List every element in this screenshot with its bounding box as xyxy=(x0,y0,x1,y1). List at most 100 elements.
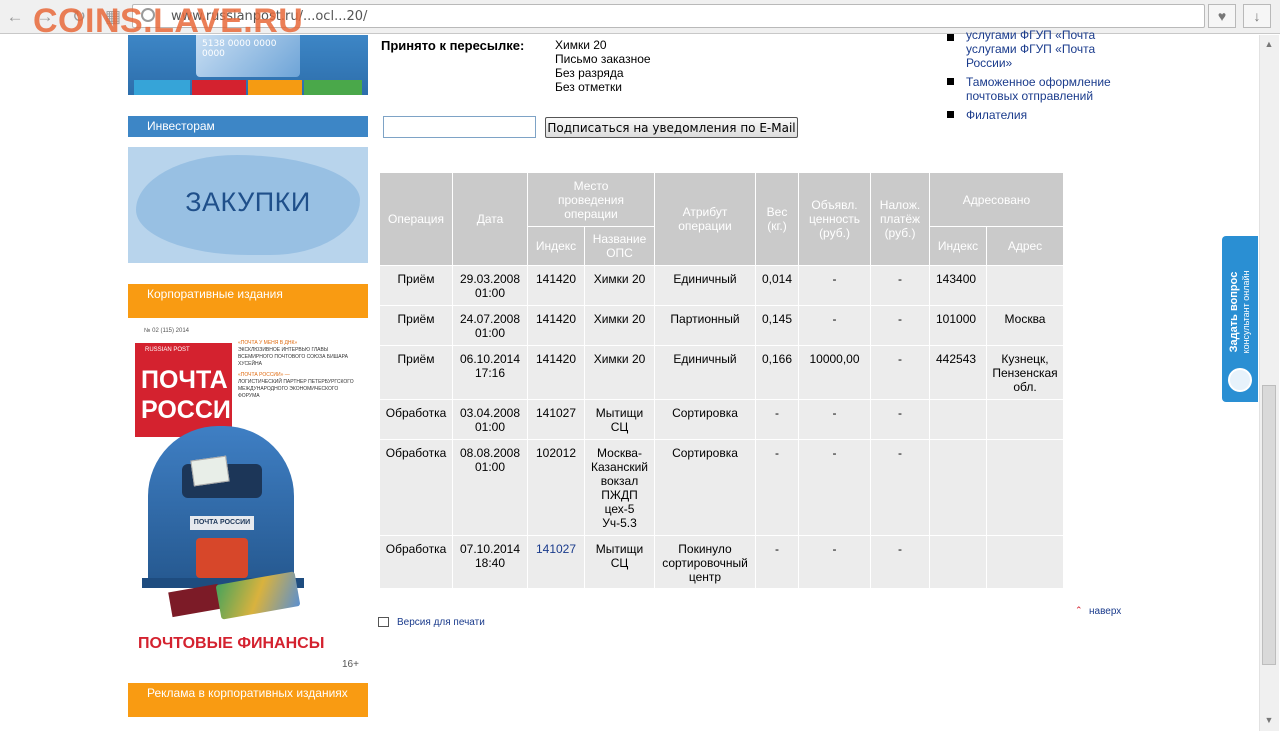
cell-operation: Обработка xyxy=(380,400,452,439)
cell-index-link[interactable]: 141027 xyxy=(528,536,584,588)
vertical-scrollbar[interactable]: ▲ ▼ xyxy=(1259,35,1279,731)
th-ops-name: Название ОПС xyxy=(585,227,654,265)
mailbox-opening xyxy=(196,538,248,578)
link-customs[interactable]: Таможенное оформление почтовых отправлен… xyxy=(966,75,1126,103)
passport-image xyxy=(168,583,222,618)
letter-image xyxy=(190,455,230,487)
cell-date: 08.08.2008 01:00 xyxy=(453,440,527,535)
logo-text: ПОЧТА РОССИИ xyxy=(141,365,249,425)
download-icon[interactable]: ↓ xyxy=(1243,4,1271,28)
cell-to-index: 101000 xyxy=(930,306,986,345)
chevron-up-icon: ⌃ xyxy=(1075,605,1083,615)
procurement-banner[interactable]: ЗАКУПКИ xyxy=(128,147,368,263)
cell-to-addr: Кузнецк, Пензенская обл. xyxy=(987,346,1063,399)
cell-declared: - xyxy=(799,306,870,345)
link-user-appeals[interactable]: Обращения пользователей услугами ФГУП «П… xyxy=(966,28,1136,42)
tracking-table: Операция Дата Место проведения операции … xyxy=(379,172,1064,589)
card-number: 5138 0000 0000 0000 xyxy=(202,39,277,59)
th-addr: Адрес xyxy=(987,227,1063,265)
ads-in-editions-header[interactable]: Реклама в корпоративных изданиях xyxy=(128,683,368,717)
scroll-down-icon[interactable]: ▼ xyxy=(1263,715,1275,727)
corporate-editions-header[interactable]: Корпоративные издания xyxy=(128,284,368,318)
bank-card-image: 5138 0000 0000 0000 xyxy=(196,35,300,77)
cell-ops-name: Москва-Казанский вокзал ПЖДП цех-5 Уч-5.… xyxy=(585,440,654,535)
cell-weight: 0,166 xyxy=(756,346,798,399)
scroll-up-icon[interactable]: ▲ xyxy=(1263,39,1275,51)
cell-ops-name: Химки 20 xyxy=(585,266,654,305)
magazine-blurb-title-1: «ПОЧТА У МЕНЯ В ДНК» xyxy=(238,340,298,346)
table-row: Приём 24.07.2008 01:00 141420 Химки 20 П… xyxy=(380,306,1063,345)
cell-operation: Приём xyxy=(380,266,452,305)
cell-index: 141420 xyxy=(528,306,584,345)
back-to-top-text: наверх xyxy=(1089,606,1122,617)
cell-ops-name: Химки 20 xyxy=(585,346,654,399)
cell-date: 06.10.2014 17:16 xyxy=(453,346,527,399)
cell-declared: - xyxy=(799,440,870,535)
cell-ops-name: Мытищи СЦ xyxy=(585,400,654,439)
th-addr-index: Индекс xyxy=(930,227,986,265)
subscribe-button[interactable]: Подписаться на уведомления по E-Mail xyxy=(545,117,798,138)
cell-date: 03.04.2008 01:00 xyxy=(453,400,527,439)
magazine-cover[interactable]: № 02 (115) 2014 RUSSIAN POST ПОЧТА РОССИ… xyxy=(128,323,368,673)
cell-attribute: Сортировка xyxy=(655,400,755,439)
cell-ops-name: Мытищи СЦ xyxy=(585,536,654,588)
cell-cod: - xyxy=(871,400,929,439)
scroll-thumb[interactable] xyxy=(1262,385,1276,665)
magazine-issue: № 02 (115) 2014 xyxy=(144,328,190,334)
cell-operation: Обработка xyxy=(380,440,452,535)
cell-index: 141027 xyxy=(528,400,584,439)
postal-finance-title: ПОЧТОВЫЕ ФИНАНСЫ xyxy=(138,635,325,652)
procurement-label: ЗАКУПКИ xyxy=(185,187,311,217)
accepted-label: Принято к пересылке: xyxy=(381,38,525,53)
heart-icon[interactable]: ♥ xyxy=(1208,4,1236,28)
th-addressed: Адресовано xyxy=(930,173,1063,226)
logo-brand-small: RUSSIAN POST xyxy=(145,347,190,353)
back-arrow-icon[interactable]: ← xyxy=(4,6,26,28)
printer-icon xyxy=(378,617,389,627)
mailbox-image: ПОЧТА РОССИИ xyxy=(148,426,294,586)
investors-link[interactable]: Инвесторам xyxy=(128,116,368,137)
cell-declared: - xyxy=(799,400,870,439)
cell-weight: - xyxy=(756,440,798,535)
cell-operation: Приём xyxy=(380,306,452,345)
cell-declared: - xyxy=(799,536,870,588)
ask-question-widget[interactable]: Задать вопрос консультант онлайн xyxy=(1222,236,1258,402)
cell-to-index xyxy=(930,536,986,588)
cell-weight: - xyxy=(756,536,798,588)
cell-cod: - xyxy=(871,440,929,535)
link-philately[interactable]: Филателия xyxy=(966,108,1136,122)
cell-to-index xyxy=(930,440,986,535)
cell-cod: - xyxy=(871,346,929,399)
magazine-blurb-2: ЛОГИСТИЧЕСКИЙ ПАРТНЕР ПЕТЕРБУРГСКОГО МЕЖ… xyxy=(238,379,354,399)
bullet-icon xyxy=(947,34,954,41)
th-index: Индекс xyxy=(528,227,584,265)
cell-to-index: 143400 xyxy=(930,266,986,305)
cell-weight: 0,145 xyxy=(756,306,798,345)
chat-globe-icon xyxy=(1228,368,1252,392)
table-row: Обработка 03.04.2008 01:00 141027 Мытищи… xyxy=(380,400,1063,439)
age-rating: 16+ xyxy=(342,659,359,670)
th-attribute: Атрибут операции xyxy=(655,173,755,265)
link-user-appeals-text: Обращения пользователей услугами ФГУП «П… xyxy=(966,28,1096,42)
link-user-appeals-lines[interactable]: услугами ФГУП «Почта xyxy=(966,42,1136,56)
card-banner[interactable]: 5138 0000 0000 0000 xyxy=(128,35,368,95)
cell-date: 24.07.2008 01:00 xyxy=(453,306,527,345)
th-declared: Объявл. ценность (руб.) xyxy=(799,173,870,265)
cell-ops-name: Химки 20 xyxy=(585,306,654,345)
accepted-class: Без разряда xyxy=(555,66,624,80)
cell-operation: Приём xyxy=(380,346,452,399)
cell-cod: - xyxy=(871,266,929,305)
cell-index: 141420 xyxy=(528,266,584,305)
link-user-appeals-end[interactable]: России» xyxy=(966,56,1136,70)
table-row: Обработка 07.10.2014 18:40 141027 Мытищи… xyxy=(380,536,1063,588)
bullet-icon xyxy=(947,111,954,118)
link-user-appeals-visible-end: России» xyxy=(966,56,1013,70)
email-input[interactable] xyxy=(383,116,536,138)
accepted-type: Письмо заказное xyxy=(555,52,651,66)
cell-declared: - xyxy=(799,266,870,305)
table-row: Приём 06.10.2014 17:16 141420 Химки 20 Е… xyxy=(380,346,1063,399)
cell-date: 07.10.2014 18:40 xyxy=(453,536,527,588)
cell-to-index: 442543 xyxy=(930,346,986,399)
magazine-blurb-1: ЭКСКЛЮЗИВНОЕ ИНТЕРВЬЮ ГЛАВЫ ВСЕМИРНОГО П… xyxy=(238,347,348,367)
accepted-mark: Без отметки xyxy=(555,80,623,94)
